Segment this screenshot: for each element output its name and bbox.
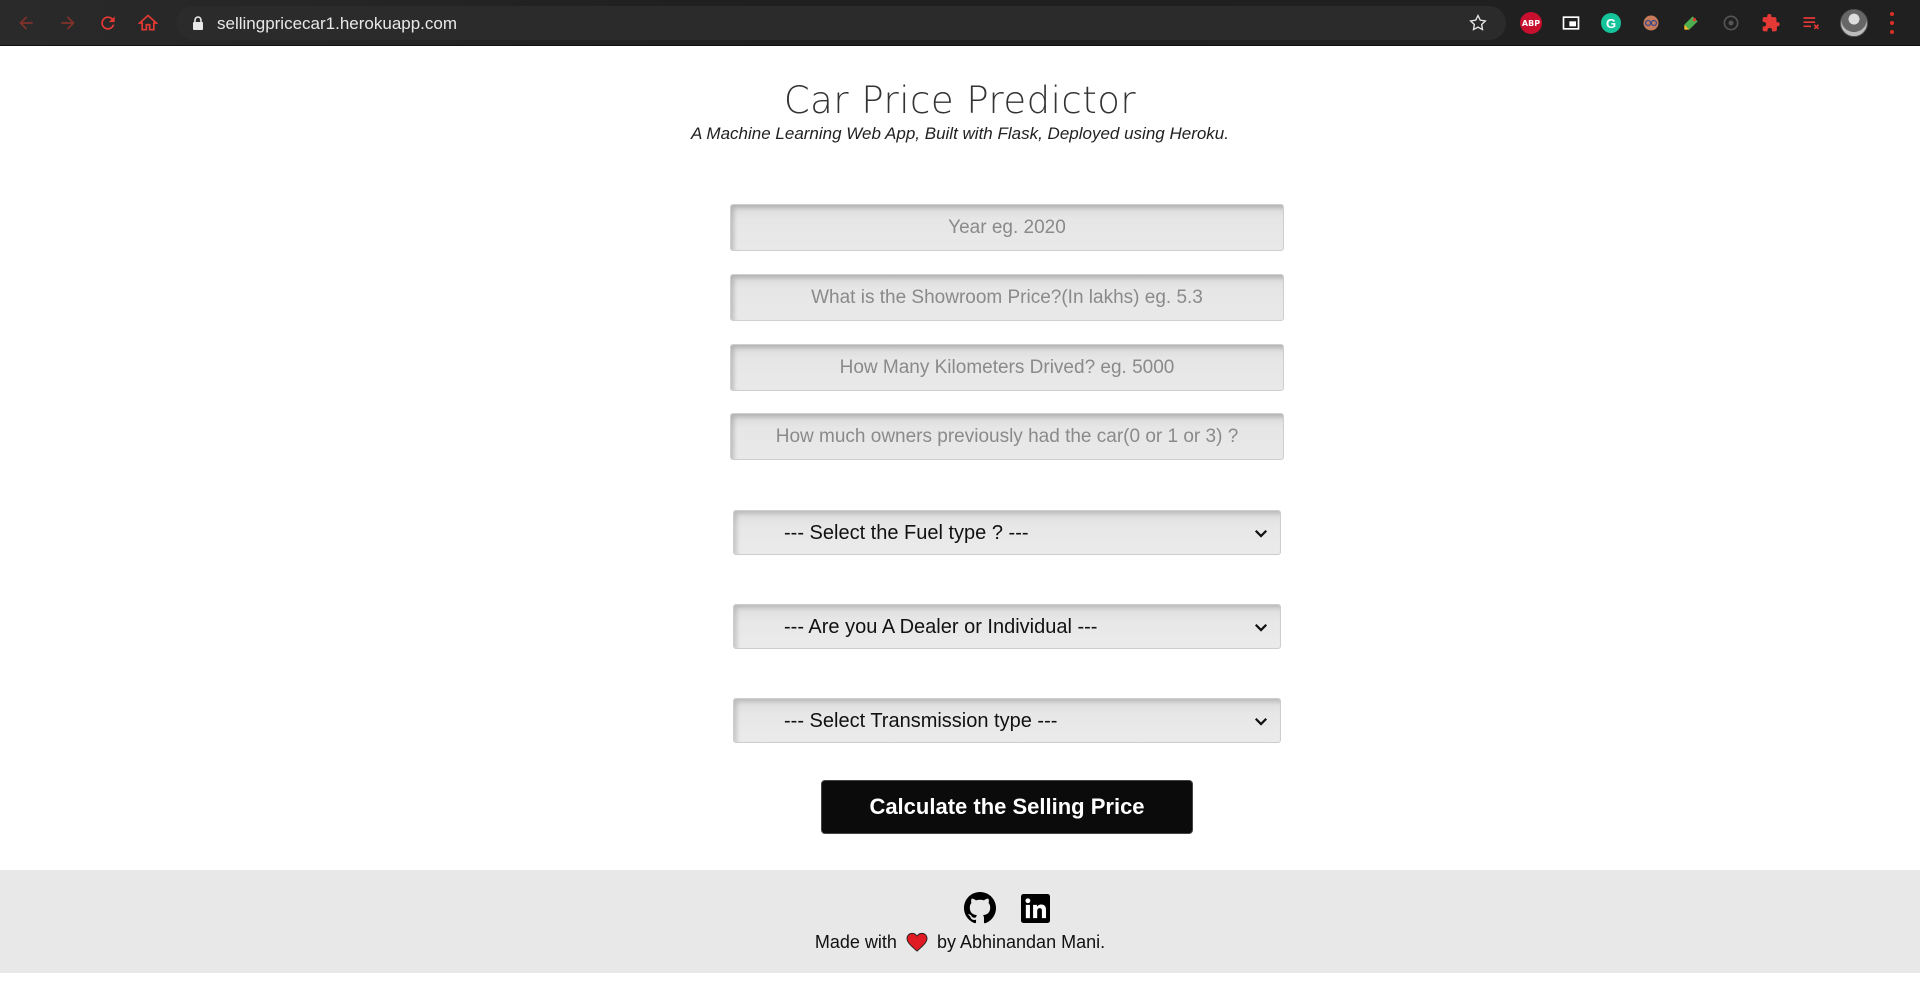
footer-credit: Made with by Abhinandan Mani. bbox=[0, 932, 1920, 953]
address-bar[interactable]: sellingpricecar1.herokuapp.com bbox=[176, 6, 1506, 40]
list-icon[interactable] bbox=[1799, 11, 1823, 35]
made-with-text: Made with bbox=[814, 932, 897, 952]
showroom-price-placeholder: What is the Showroom Price?(In lakhs) eg… bbox=[811, 286, 1203, 308]
glasses-icon[interactable] bbox=[1639, 11, 1663, 35]
profile-avatar[interactable] bbox=[1840, 9, 1868, 37]
url-text: sellingpricecar1.herokuapp.com bbox=[217, 14, 458, 33]
fuel-type-select[interactable]: --- Select the Fuel type ? --- bbox=[733, 510, 1281, 555]
page-subtitle: A Machine Learning Web App, Built with F… bbox=[691, 124, 1229, 143]
year-input[interactable]: Year eg. 2020 bbox=[730, 204, 1284, 251]
page-title: Car Price Predictor bbox=[783, 79, 1137, 122]
author-text: by Abhinandan Mani. bbox=[936, 932, 1106, 952]
browser-toolbar: sellingpricecar1.herokuapp.com ABP G bbox=[0, 0, 1920, 46]
showroom-price-input[interactable]: What is the Showroom Price?(In lakhs) eg… bbox=[730, 274, 1284, 321]
footer: Made with by Abhinandan Mani. bbox=[0, 870, 1920, 973]
kilometers-placeholder: How Many Kilometers Drived? eg. 5000 bbox=[839, 356, 1175, 378]
linkedin-icon[interactable] bbox=[1021, 894, 1050, 923]
browser-menu-icon[interactable] bbox=[1888, 12, 1896, 34]
kilometers-input[interactable]: How Many Kilometers Drived? eg. 5000 bbox=[730, 344, 1284, 391]
github-icon[interactable] bbox=[964, 892, 996, 924]
page-body: Car Price Predictor A Machine Learning W… bbox=[0, 47, 1920, 999]
abp-icon[interactable]: ABP bbox=[1519, 11, 1543, 35]
chevron-down-icon bbox=[1254, 717, 1268, 726]
fuel-type-selected: --- Select the Fuel type ? --- bbox=[784, 522, 1029, 544]
heart-icon bbox=[906, 932, 928, 952]
back-icon[interactable] bbox=[14, 11, 38, 35]
transmission-select[interactable]: --- Select Transmission type --- bbox=[733, 698, 1281, 743]
chevron-down-icon bbox=[1254, 529, 1268, 538]
seller-type-selected: --- Are you A Dealer or Individual --- bbox=[784, 616, 1098, 638]
calculate-price-button[interactable]: Calculate the Selling Price bbox=[821, 780, 1193, 834]
transmission-selected: --- Select Transmission type --- bbox=[784, 710, 1058, 732]
reload-icon[interactable] bbox=[96, 11, 120, 35]
year-input-placeholder: Year eg. 2020 bbox=[948, 216, 1066, 238]
owners-placeholder: How much owners previously had the car(0… bbox=[775, 425, 1239, 447]
seller-type-select[interactable]: --- Are you A Dealer or Individual --- bbox=[733, 604, 1281, 649]
color-picker-icon[interactable] bbox=[1679, 11, 1703, 35]
bookmark-star-icon[interactable] bbox=[1468, 13, 1488, 33]
lock-icon bbox=[193, 16, 203, 30]
disabled-extension-icon[interactable] bbox=[1719, 11, 1743, 35]
screen-capture-icon[interactable] bbox=[1559, 11, 1583, 35]
owners-input[interactable]: How much owners previously had the car(0… bbox=[730, 413, 1284, 460]
puzzle-icon[interactable] bbox=[1759, 11, 1783, 35]
forward-icon[interactable] bbox=[56, 11, 80, 35]
chevron-down-icon bbox=[1254, 623, 1268, 632]
grammarly-icon[interactable]: G bbox=[1599, 11, 1623, 35]
home-icon[interactable] bbox=[136, 11, 160, 35]
